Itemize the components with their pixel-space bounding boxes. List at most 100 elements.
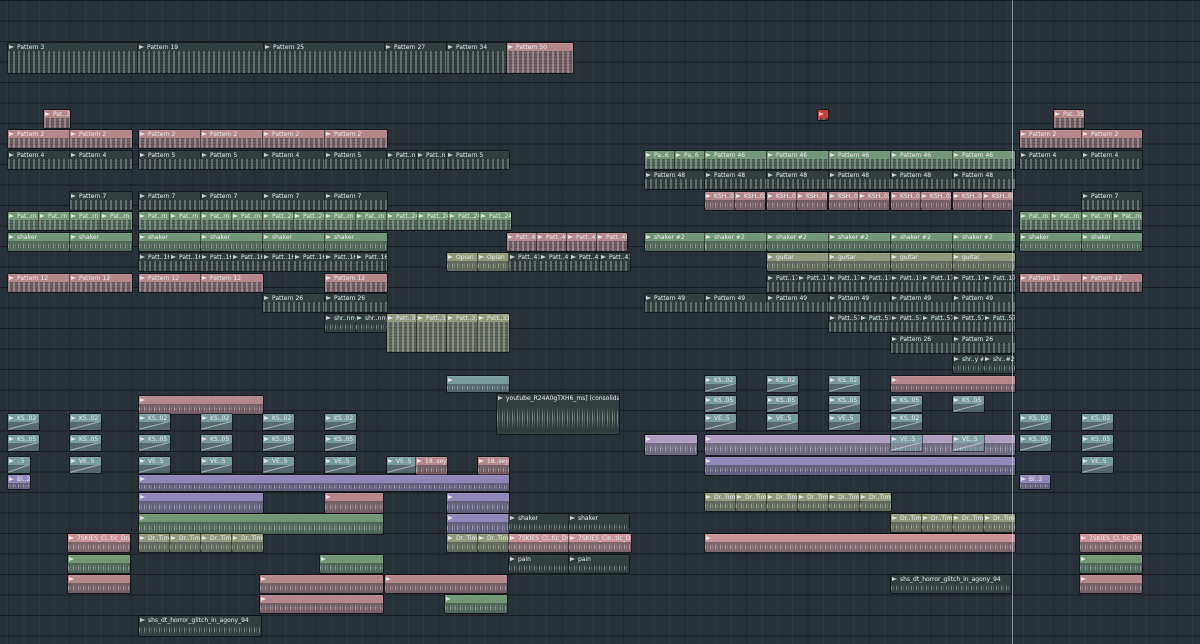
pattern-clip[interactable]: Patt..31: [387, 314, 417, 352]
automation-clip[interactable]: KS..05: [263, 435, 294, 451]
audio-clip[interactable]: Dr..Time: [705, 493, 736, 511]
pattern-clip[interactable]: Pattern 2: [325, 130, 387, 148]
pattern-clip[interactable]: Pat..rn 8: [325, 212, 356, 230]
audio-clip[interactable]: [139, 514, 383, 534]
pattern-clip[interactable]: Patt..16: [356, 253, 387, 271]
pattern-clip[interactable]: Patt..n 5: [387, 151, 417, 169]
audio-clip[interactable]: shaker #2: [645, 233, 707, 251]
audio-clip[interactable]: KSH..02: [921, 192, 951, 210]
pattern-clip[interactable]: Patt..17: [953, 274, 984, 292]
automation-clip[interactable]: VE..5: [953, 435, 984, 451]
pattern-clip[interactable]: Pattern 46: [829, 151, 891, 169]
audio-clip[interactable]: [68, 555, 130, 573]
pattern-clip[interactable]: Patt..16: [294, 253, 325, 271]
pattern-clip[interactable]: Pattern 27: [385, 43, 447, 73]
pattern-clip[interactable]: Pattern 48: [829, 171, 891, 189]
audio-clip[interactable]: guitar: [891, 253, 953, 271]
audio-clip[interactable]: guitar: [767, 253, 829, 271]
pattern-clip[interactable]: Pattern 46: [705, 151, 767, 169]
pattern-clip[interactable]: Pat..rn 8: [139, 212, 170, 230]
pattern-clip[interactable]: Pattern 7: [263, 192, 325, 210]
automation-clip[interactable]: KS..02: [70, 414, 101, 430]
pattern-clip[interactable]: Pattern 49: [705, 294, 767, 312]
audio-clip[interactable]: shr..#2: [984, 355, 1015, 373]
pattern-clip[interactable]: Pattern 19: [138, 43, 264, 73]
pattern-clip[interactable]: Pattern 49: [645, 294, 707, 312]
pattern-clip[interactable]: Patt..40: [567, 233, 597, 251]
audio-clip[interactable]: KSH..02: [705, 192, 735, 210]
audio-clip[interactable]: Dr..Time: [984, 514, 1015, 532]
automation-clip[interactable]: VE..5: [767, 414, 798, 430]
pattern-clip[interactable]: Pattern 7: [201, 192, 263, 210]
audio-clip[interactable]: 7SKIES_Cl..tic_Drums: [68, 534, 130, 552]
pattern-clip[interactable]: Pattern 4: [1082, 151, 1142, 169]
pattern-clip[interactable]: Pattern 48: [705, 171, 767, 189]
automation-clip[interactable]: KS..05: [70, 435, 101, 451]
pattern-clip[interactable]: Pattern 12: [325, 274, 387, 292]
audio-clip[interactable]: pain: [569, 555, 629, 573]
automation-clip[interactable]: KS..05: [201, 435, 232, 451]
pattern-clip[interactable]: Pattern 48: [891, 171, 953, 189]
automation-clip[interactable]: VE..5: [263, 457, 294, 473]
audio-clip[interactable]: [447, 376, 509, 392]
pattern-clip[interactable]: Pat..rn 8: [1051, 212, 1082, 230]
pattern-clip[interactable]: Pattern 2: [139, 130, 201, 148]
pattern-clip[interactable]: Pattern 7: [1082, 192, 1142, 210]
automation-clip[interactable]: KS..02: [767, 376, 798, 392]
audio-clip[interactable]: 7SKIES_Cl..tic_Drums: [1080, 534, 1142, 552]
pattern-clip[interactable]: Pattern 4: [1020, 151, 1082, 169]
pattern-clip[interactable]: Pattern 2: [201, 130, 263, 148]
pattern-clip[interactable]: Pattern 49: [891, 294, 953, 312]
audio-clip[interactable]: [139, 475, 509, 491]
pattern-clip[interactable]: 3: [818, 110, 828, 120]
pattern-clip[interactable]: Patt..57: [953, 314, 984, 332]
automation-clip[interactable]: VE..5: [201, 457, 232, 473]
pattern-clip[interactable]: Pattern 49: [767, 294, 829, 312]
audio-clip[interactable]: KSH..02: [891, 192, 921, 210]
pattern-clip[interactable]: Patt..41: [540, 253, 570, 271]
pattern-clip[interactable]: Pattern 12: [8, 274, 70, 292]
audio-clip[interactable]: [705, 457, 1015, 475]
pattern-clip[interactable]: Pat..rn 8: [70, 212, 101, 230]
pattern-clip[interactable]: Pattern 5: [325, 151, 387, 169]
pattern-clip[interactable]: Pattern 26: [953, 335, 1015, 353]
pattern-clip[interactable]: Patt..57: [922, 314, 953, 332]
automation-clip[interactable]: KS..02: [891, 414, 922, 430]
audio-clip[interactable]: Dr..Time: [232, 534, 263, 552]
pattern-clip[interactable]: Patt..31: [417, 314, 447, 352]
audio-clip[interactable]: [891, 376, 1015, 392]
automation-clip[interactable]: KS..05: [1020, 435, 1051, 451]
playlist-arrangement[interactable]: Pattern 3 Pattern 19 Pattern 25 Pattern 27 P…: [0, 0, 1200, 644]
pattern-clip[interactable]: Pattern 5: [447, 151, 509, 169]
pattern-clip[interactable]: Pattern 7: [70, 192, 132, 210]
pattern-clip[interactable]: Pattern 4: [263, 151, 325, 169]
audio-clip[interactable]: [645, 435, 697, 455]
pattern-clip[interactable]: Pat..rn 8: [1113, 212, 1142, 230]
pattern-clip[interactable]: Pattern 48: [953, 171, 1015, 189]
audio-clip[interactable]: shaker: [139, 233, 201, 251]
automation-clip[interactable]: KS..02: [325, 414, 356, 430]
audio-clip[interactable]: [320, 555, 383, 573]
automation-clip[interactable]: KS..02: [1020, 414, 1051, 430]
audio-clip[interactable]: [447, 514, 509, 534]
audio-clip[interactable]: KSH..02: [767, 192, 797, 210]
audio-clip[interactable]: shaker: [1082, 233, 1142, 251]
audio-clip[interactable]: [1080, 555, 1142, 573]
audio-clip[interactable]: [705, 534, 1015, 552]
pattern-clip[interactable]: Patt..16: [201, 253, 232, 271]
pattern-clip[interactable]: Patt..40: [537, 233, 567, 251]
pattern-clip[interactable]: Pat..rn 8: [101, 212, 132, 230]
audio-clip[interactable]: Dr..Time: [953, 514, 984, 532]
pattern-clip[interactable]: Patt..24: [294, 212, 325, 230]
pattern-clip[interactable]: Pattern 4: [8, 151, 70, 169]
pattern-clip[interactable]: Pattern 48: [767, 171, 829, 189]
pattern-clip[interactable]: Pat..35: [44, 110, 70, 128]
audio-clip[interactable]: Bl..2: [8, 475, 30, 489]
audio-clip[interactable]: shs_dt_horror_glitch_in_agony_94: [891, 575, 1011, 593]
automation-clip[interactable]: VE..5: [891, 435, 922, 451]
pattern-clip[interactable]: Patt..16: [139, 253, 170, 271]
pattern-clip[interactable]: Pattern 49: [953, 294, 1015, 312]
pattern-clip[interactable]: Pattern 2: [1082, 130, 1142, 148]
pattern-clip[interactable]: Patt..40: [597, 233, 627, 251]
audio-clip[interactable]: shs_dt_horror_glitch_in_agony_94: [139, 616, 261, 636]
